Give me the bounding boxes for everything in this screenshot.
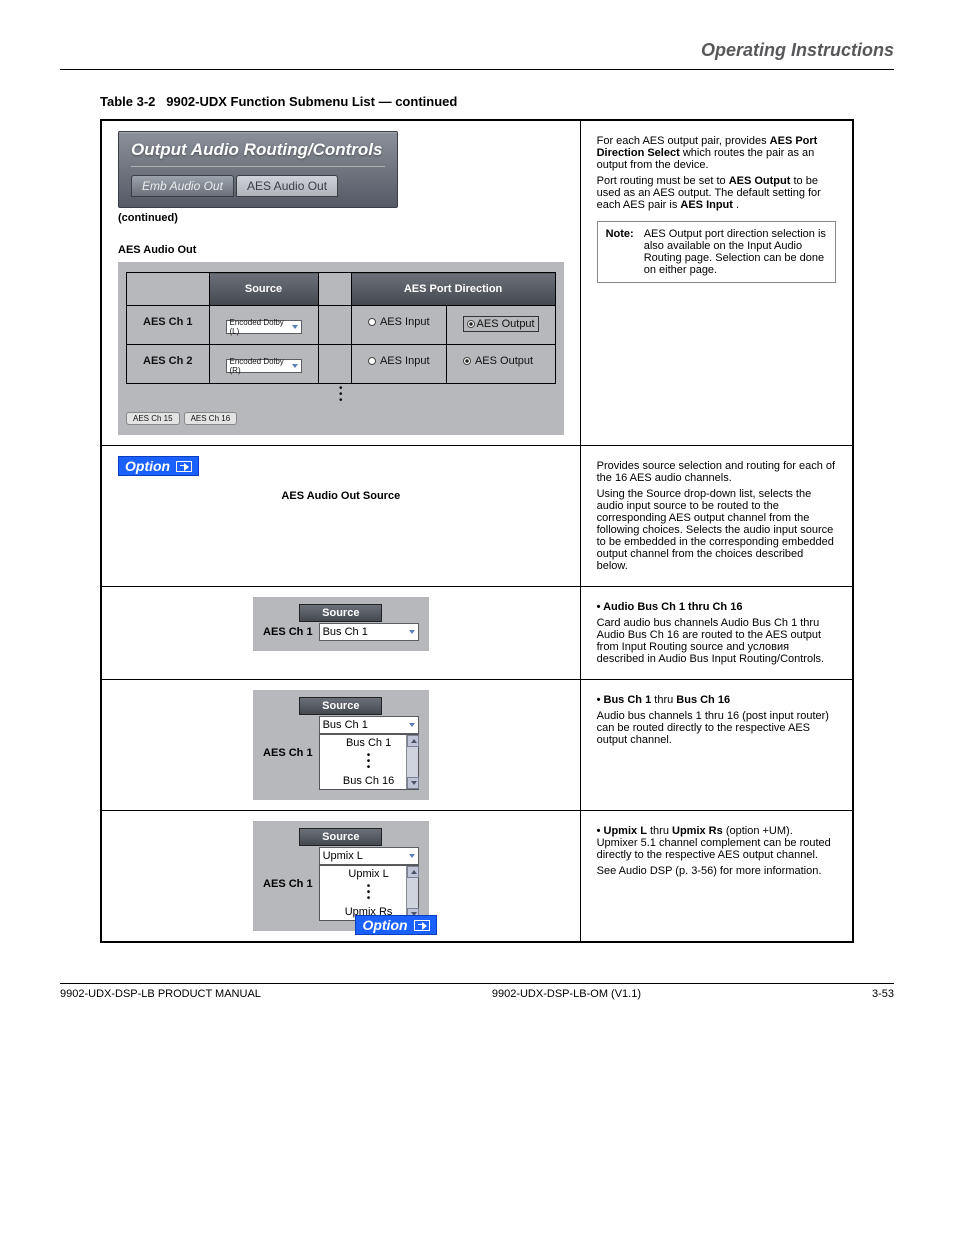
scroll-down-icon[interactable] [407, 777, 419, 789]
source-select-bus-open[interactable]: Bus Ch 1 [319, 716, 419, 734]
aes-port-panel: Source AES Port Direction AES Ch 1 Encod… [118, 262, 564, 435]
page-header-right: Operating Instructions [60, 40, 894, 61]
row2-right: Provides source selection and routing fo… [580, 446, 853, 587]
row2-left: Option AES Audio Out Source [101, 446, 580, 587]
tab-emb-audio-out[interactable]: Emb Audio Out [131, 175, 234, 197]
note-text: AES Output port direction selection is a… [644, 228, 827, 276]
row4-right: • Bus Ch 1 thru Bus Ch 16 Audio bus chan… [580, 680, 853, 811]
list-item[interactable]: Upmix L [320, 866, 418, 882]
scroll-up-icon[interactable] [407, 866, 419, 878]
option-badge: Option [118, 456, 199, 476]
table-caption: Table 3-2 9902-UDX Function Submenu List… [100, 94, 854, 109]
footer-left: 9902-UDX-DSP-LB PRODUCT MANUAL [60, 988, 261, 1000]
scrollbar[interactable] [406, 735, 418, 789]
ribbon-continued: (continued) [118, 212, 564, 224]
ellipsis-icon: ••• [126, 384, 556, 406]
aes-ch1-label: AES Ch 1 [263, 626, 313, 638]
list-item[interactable]: Bus Ch 1 [320, 735, 418, 751]
chevron-down-icon [409, 723, 415, 727]
aes-ch1-output-radio[interactable]: AES Output [463, 316, 539, 332]
col-source: Source [209, 273, 318, 306]
aes-ch2-source-select[interactable]: Encoded Dolby (R) [226, 359, 302, 373]
chevron-down-icon [292, 364, 298, 368]
aes-ch1-source-select[interactable]: Encoded Dolby (L) [226, 320, 302, 334]
source-header: Source [299, 828, 382, 846]
col-port-direction: AES Port Direction [351, 273, 555, 306]
aes-ch2-output-radio[interactable] [463, 357, 471, 365]
source-panel-2: Source AES Ch 1 Bus Ch 1 Bus Ch 1 ••• Bu… [253, 690, 429, 800]
row3-left: Source AES Ch 1 Bus Ch 1 [101, 587, 580, 680]
aes-ch1-input-radio[interactable] [368, 318, 376, 326]
tab-aes-audio-out[interactable]: AES Audio Out [236, 175, 338, 197]
ellipsis-icon: ••• [320, 882, 418, 904]
ribbon-title: Output Audio Routing/Controls [131, 140, 385, 160]
note-label: Note: [606, 228, 634, 276]
table-caption-prefix: Table 3-2 [100, 94, 155, 109]
main-table: Output Audio Routing/Controls Emb Audio … [100, 119, 854, 943]
footer-right: 3-53 [872, 988, 894, 1000]
option-arrow-icon [414, 920, 430, 931]
aes-ch1-label: AES Ch 1 [127, 306, 210, 345]
list-item[interactable]: Bus Ch 16 [320, 773, 418, 789]
aes-ch15-chip[interactable]: AES Ch 15 [126, 412, 180, 425]
chevron-down-icon [292, 325, 298, 329]
aes-ch16-chip[interactable]: AES Ch 16 [184, 412, 238, 425]
row4-left: Source AES Ch 1 Bus Ch 1 Bus Ch 1 ••• Bu… [101, 680, 580, 811]
aes-ch2-label: AES Ch 2 [127, 345, 210, 384]
source-header: Source [299, 697, 382, 715]
chevron-down-icon [409, 854, 415, 858]
source-select-upmix-open[interactable]: Upmix L [319, 847, 419, 865]
source-header: Source [299, 604, 382, 622]
source-panel-3: Source AES Ch 1 Upmix L Upmix L ••• Upmi… [253, 821, 429, 931]
row1-left: Output Audio Routing/Controls Emb Audio … [101, 120, 580, 446]
table-caption-title: 9902-UDX Function Submenu List — continu… [166, 94, 457, 109]
footer-middle: 9902-UDX-DSP-LB-OM (V1.1) [492, 988, 641, 1000]
scrollbar[interactable] [406, 866, 418, 920]
aes-audio-out-label: AES Audio Out [118, 244, 564, 256]
option-badge: Option [355, 915, 436, 935]
header-divider [60, 69, 894, 70]
aes-ch1-label: AES Ch 1 [263, 878, 313, 890]
page-footer: 9902-UDX-DSP-LB PRODUCT MANUAL 9902-UDX-… [60, 983, 894, 1000]
note-box: Note: AES Output port direction selectio… [597, 221, 836, 283]
scroll-up-icon[interactable] [407, 735, 419, 747]
aes-ch1-label: AES Ch 1 [263, 747, 313, 759]
aes-ch2-input-radio[interactable] [368, 357, 376, 365]
source-select-bus[interactable]: Bus Ch 1 [319, 623, 419, 641]
row1-right: For each AES output pair, provides AES P… [580, 120, 853, 446]
row5-right: • Upmix L thru Upmix Rs (option +UM). Up… [580, 811, 853, 943]
ellipsis-icon: ••• [320, 751, 418, 773]
row5-left: Source AES Ch 1 Upmix L Upmix L ••• Upmi… [101, 811, 580, 943]
chevron-down-icon [409, 630, 415, 634]
source-panel-1: Source AES Ch 1 Bus Ch 1 [253, 597, 429, 651]
aes-source-heading: AES Audio Out Source [118, 490, 564, 502]
option-arrow-icon [176, 461, 192, 472]
row3-right: • Audio Bus Ch 1 thru Ch 16 Card audio b… [580, 587, 853, 680]
ribbon-header: Output Audio Routing/Controls Emb Audio … [118, 131, 398, 208]
